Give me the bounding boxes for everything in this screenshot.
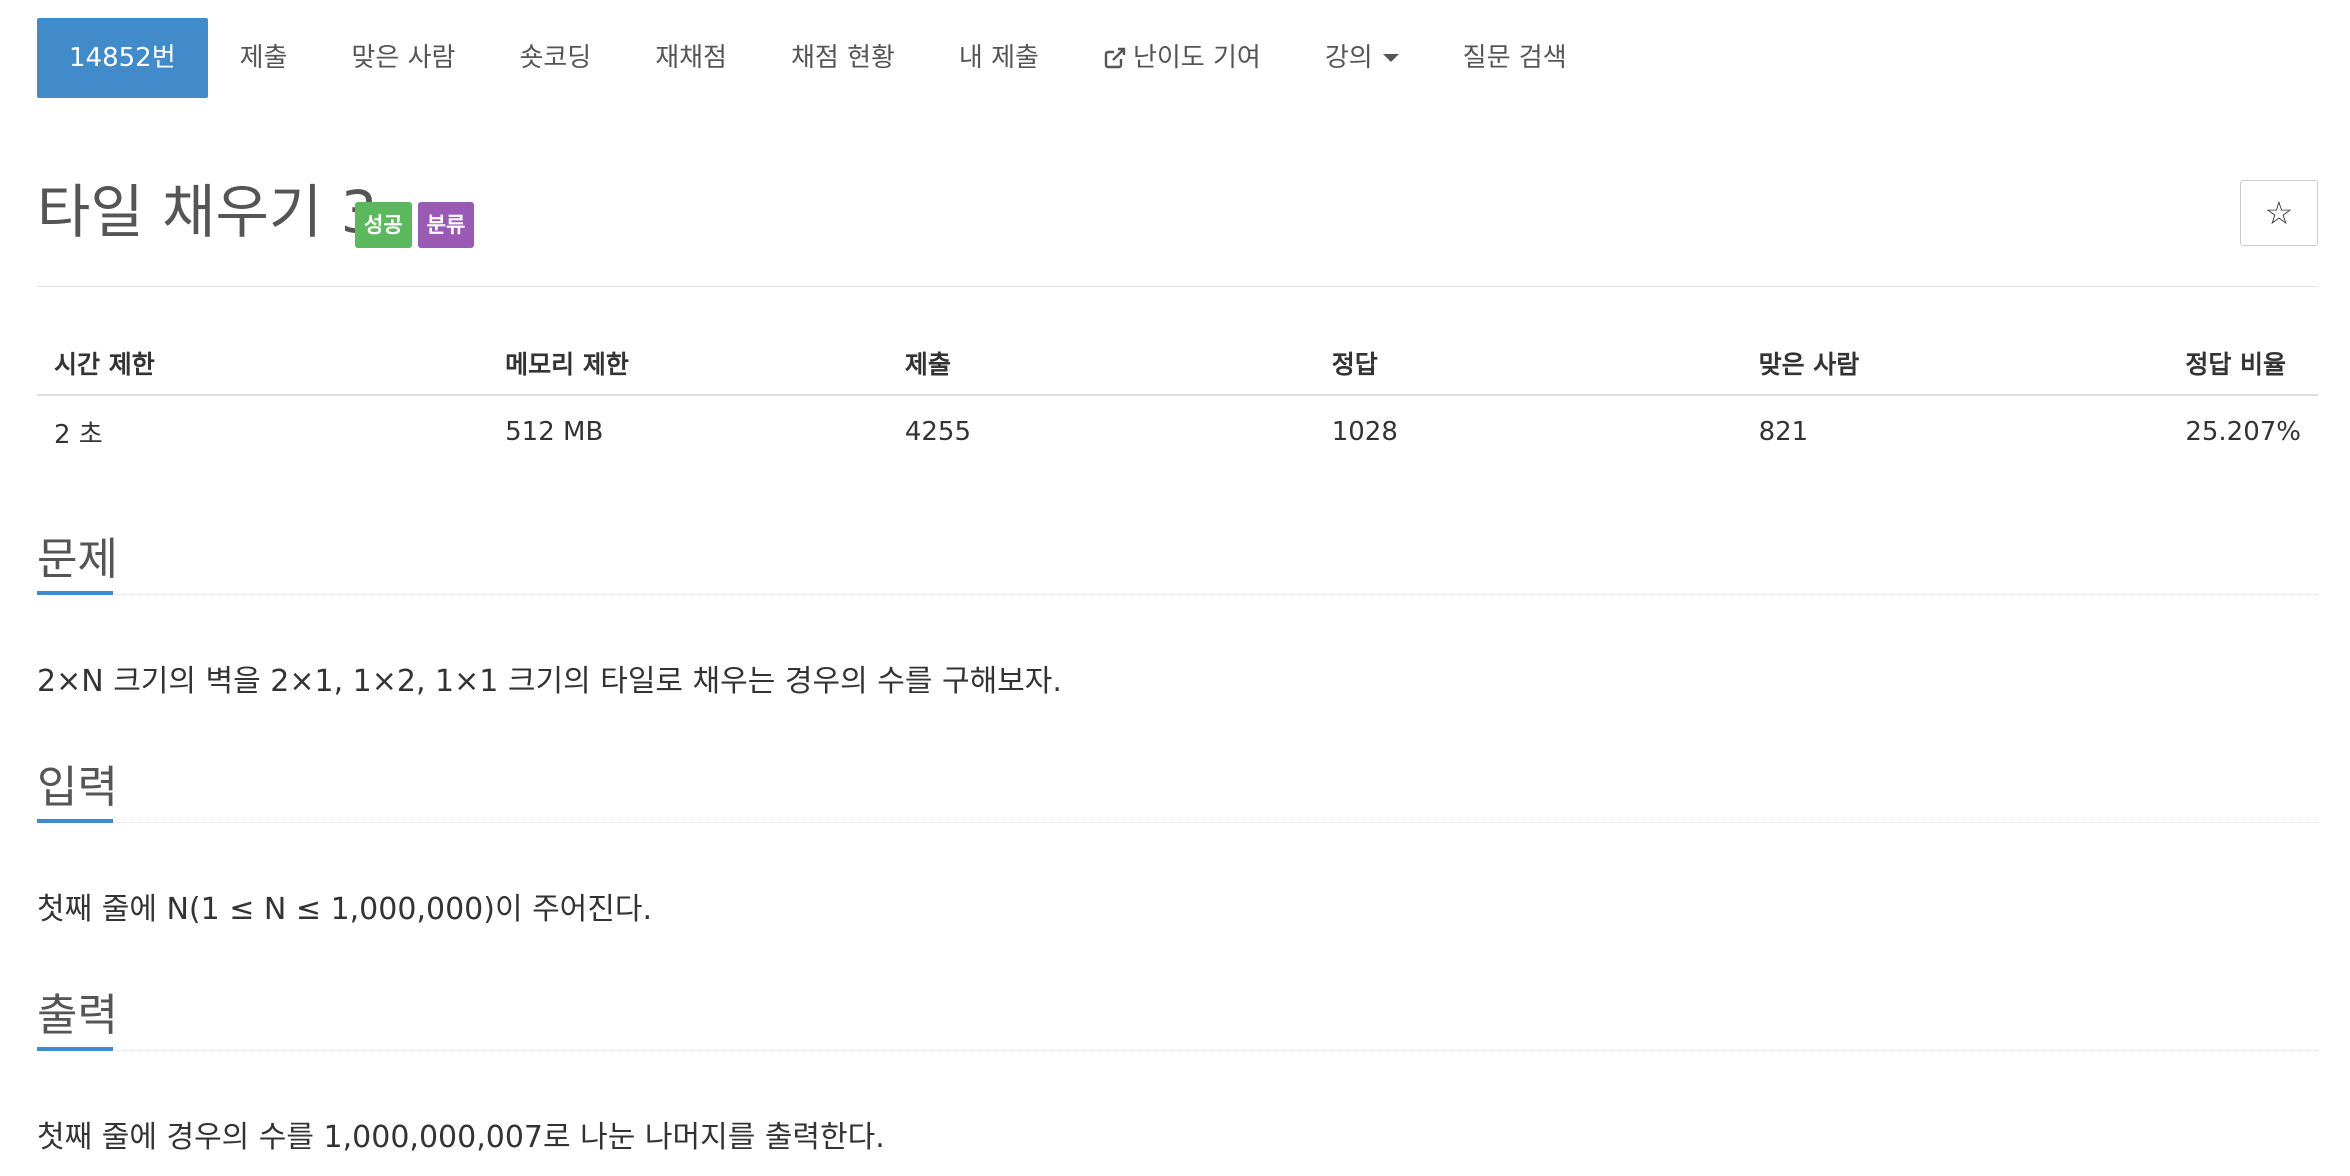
section-heading-output: 출력	[37, 990, 118, 1041]
table-header-row: 시간 제한 메모리 제한 제출 정답 맞은 사람 정답 비율	[37, 332, 2318, 396]
input-description-text: 첫째 줄에 N(1 ≤ N ≤ 1,000,000)이 주어진다.	[37, 892, 653, 927]
star-icon: ☆	[2264, 194, 2294, 232]
tab-problem-number[interactable]: 14852번	[37, 18, 208, 98]
section-divider	[37, 818, 2318, 823]
submissions-value: 4255	[904, 417, 971, 447]
problem-labels: 성공 분류	[355, 202, 475, 248]
header-accepted-ratio: 정답 비율	[2168, 332, 2318, 396]
header-submissions: 제출	[887, 332, 1315, 396]
category-badge[interactable]: 분류	[417, 202, 475, 248]
output-section: 출력 첫째 줄에 경우의 수를 1,000,000,007로 나눈 나머지를 출…	[37, 986, 2318, 1155]
status-badge-success: 성공	[355, 202, 412, 248]
tab-lectures-dropdown[interactable]: 강의	[1293, 18, 1431, 98]
header-memory-limit: 메모리 제한	[488, 332, 888, 396]
accepted-ratio-value: 25.207%	[2185, 417, 2301, 447]
accepted-value: 1028	[1331, 417, 1398, 447]
problem-info-table: 시간 제한 메모리 제한 제출 정답 맞은 사람 정답 비율 2 초 512 M…	[37, 332, 2318, 468]
problem-nav-tabs: 14852번 제출 맞은 사람 숏코딩 재채점 채점 현황 내 제출 난이도 기…	[37, 18, 1599, 98]
time-limit-value: 2 초	[54, 419, 103, 450]
section-divider	[37, 590, 2318, 595]
output-description-text: 첫째 줄에 경우의 수를 1,000,000,007로 나눈 나머지를 출력한다…	[37, 1120, 885, 1155]
tab-submit[interactable]: 제출	[208, 18, 320, 98]
tab-status[interactable]: 채점 현황	[759, 18, 927, 98]
caret-down-icon	[1382, 54, 1399, 62]
memory-limit-value: 512 MB	[505, 417, 604, 447]
favorite-star-button[interactable]: ☆	[2240, 180, 2318, 246]
tab-short-coding[interactable]: 숏코딩	[487, 18, 623, 98]
problem-description-text: 2×N 크기의 벽을 2×1, 1×2, 1×1 크기의 타일로 채우는 경우의…	[37, 664, 1062, 699]
tab-accepted-users[interactable]: 맞은 사람	[319, 18, 487, 98]
section-divider	[37, 1046, 2318, 1051]
input-section: 입력 첫째 줄에 N(1 ≤ N ≤ 1,000,000)이 주어진다.	[37, 758, 2318, 927]
table-row: 2 초 512 MB 4255 1028 821 25.207%	[37, 395, 2318, 468]
tab-my-submissions[interactable]: 내 제출	[927, 18, 1071, 98]
problem-description-section: 문제 2×N 크기의 벽을 2×1, 1×2, 1×1 크기의 타일로 채우는 …	[37, 530, 2318, 699]
title-divider	[37, 286, 2318, 287]
problem-header: 타일 채우기 3 성공 분류 ☆	[37, 170, 2318, 255]
section-heading-input: 입력	[37, 762, 118, 813]
solved-users-value: 821	[1758, 417, 1809, 447]
tab-rejudge[interactable]: 재채점	[623, 18, 759, 98]
header-accepted: 정답	[1314, 332, 1742, 396]
header-time-limit: 시간 제한	[37, 332, 489, 396]
header-solved-users: 맞은 사람	[1741, 332, 2169, 396]
tab-question-search[interactable]: 질문 검색	[1431, 18, 1599, 98]
page-title: 타일 채우기 3	[37, 178, 378, 246]
tab-difficulty-contribution[interactable]: 난이도 기여	[1071, 18, 1293, 98]
section-heading-problem: 문제	[37, 534, 118, 585]
external-link-icon	[1104, 47, 1126, 69]
